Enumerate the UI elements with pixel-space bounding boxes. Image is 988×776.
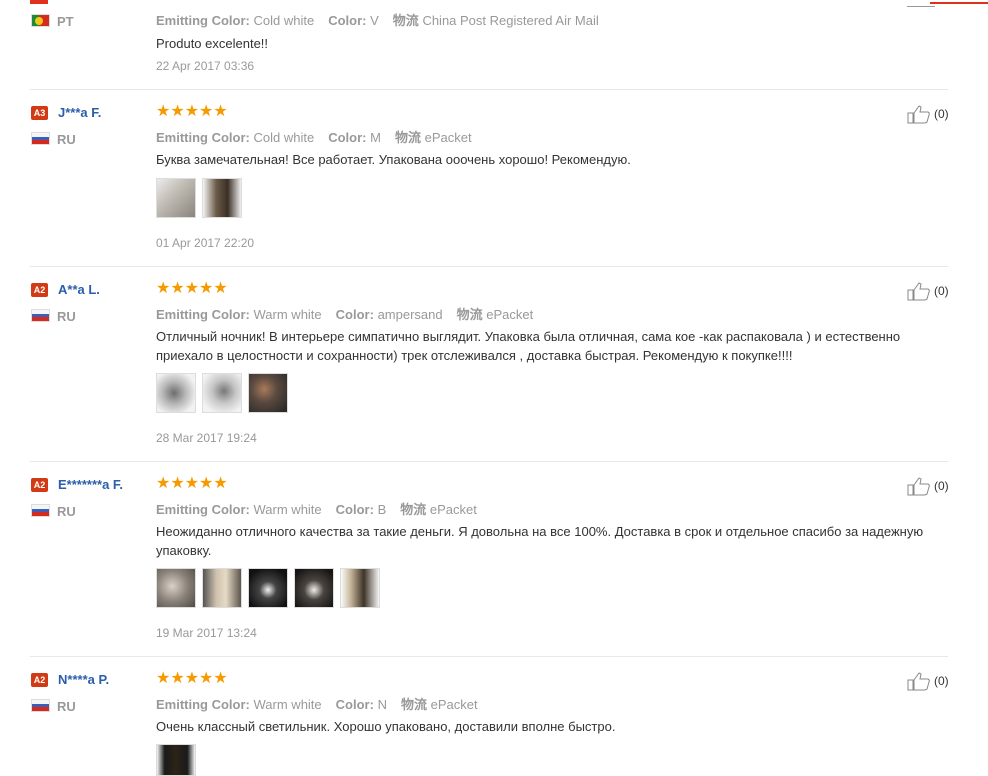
review-photo[interactable]: [294, 568, 334, 608]
country-code: RU: [57, 309, 76, 324]
flag-russia-icon: [31, 504, 50, 517]
review-text: Буква замечательная! Все работает. Упако…: [156, 152, 631, 167]
review-date: 19 Mar 2017 13:24: [156, 626, 257, 640]
star-rating: ★★★★★: [156, 103, 228, 120]
review-attributes: Emitting Color: Warm white Color: ampersa…: [156, 307, 534, 322]
flag-russia-icon: [31, 699, 50, 712]
review-photos: [156, 373, 294, 413]
thumbs-up-icon: [907, 282, 930, 301]
review-photos: [156, 178, 248, 218]
rank-badge: A2: [31, 478, 48, 492]
review-attributes: Emitting Color: Warm white Color: N 物流 ePa…: [156, 697, 478, 712]
review-photos: [156, 744, 202, 776]
helpful-button[interactable]: (0): [907, 476, 949, 496]
review-photo[interactable]: [156, 568, 196, 608]
review-photo[interactable]: [156, 744, 196, 776]
review-photo[interactable]: [248, 568, 288, 608]
review-photo[interactable]: [156, 178, 196, 218]
helpful-button[interactable]: (0): [907, 281, 949, 301]
reviewer-name[interactable]: N****a P.: [58, 672, 109, 687]
flag-russia-icon: [31, 132, 50, 145]
reviewer-name[interactable]: A**a L.: [58, 282, 100, 297]
review-attributes: Emitting Color: Cold white Color: M 物流 ePa…: [156, 130, 472, 145]
country-code: PT: [57, 14, 74, 29]
country-code: RU: [57, 699, 76, 714]
divider: [30, 461, 948, 462]
review-photo[interactable]: [156, 373, 196, 413]
review-text: Produto excelente!!: [156, 36, 269, 51]
star-rating: ★★★★★: [156, 280, 228, 297]
review-text: Отличный ночник! В интерьере симпатично …: [156, 329, 901, 363]
helpful-button[interactable]: (0): [907, 671, 949, 691]
review-date: 28 Mar 2017 19:24: [156, 431, 257, 445]
review-photo[interactable]: [202, 373, 242, 413]
reviewer-name[interactable]: E*******a F.: [58, 477, 123, 492]
accent-rule: [930, 2, 988, 4]
country-code: RU: [57, 132, 76, 147]
thumbs-up-icon: [907, 477, 930, 496]
review-date: 01 Apr 2017 22:20: [156, 236, 255, 250]
rank-badge-fragment: [30, 0, 48, 4]
reviewer-name[interactable]: J***a F.: [58, 105, 101, 120]
rank-badge: A3: [31, 106, 48, 120]
flag-portugal-icon: [31, 14, 50, 27]
top-edge: [0, 0, 988, 7]
rank-badge: A2: [31, 673, 48, 687]
thumbs-up-icon: [907, 672, 930, 691]
review-date: 22 Apr 2017 03:36: [156, 59, 255, 73]
review-photo[interactable]: [202, 568, 242, 608]
review-photo[interactable]: [340, 568, 380, 608]
star-rating: ★★★★★: [156, 670, 228, 687]
helpful-button[interactable]: (0): [907, 104, 949, 124]
divider: [30, 656, 948, 657]
thumbs-up-icon: [907, 105, 930, 124]
flag-russia-icon: [31, 309, 50, 322]
review-text: Неожиданно отличного качества за такие д…: [156, 524, 924, 558]
divider: [30, 266, 948, 267]
star-rating: ★★★★★: [156, 475, 228, 492]
review-photos: [156, 568, 386, 608]
divider: [30, 89, 948, 90]
review-photo[interactable]: [202, 178, 242, 218]
review-attributes: Emitting Color: Warm white Color: B 物流 ePa…: [156, 502, 477, 517]
review-attributes: Emitting Color: Cold white Color: V 物流 Chi…: [156, 13, 599, 28]
rank-badge: A2: [31, 283, 48, 297]
country-code: RU: [57, 504, 76, 519]
review-text: Очень классный светильник. Хорошо упаков…: [156, 719, 616, 734]
review-photo[interactable]: [248, 373, 288, 413]
